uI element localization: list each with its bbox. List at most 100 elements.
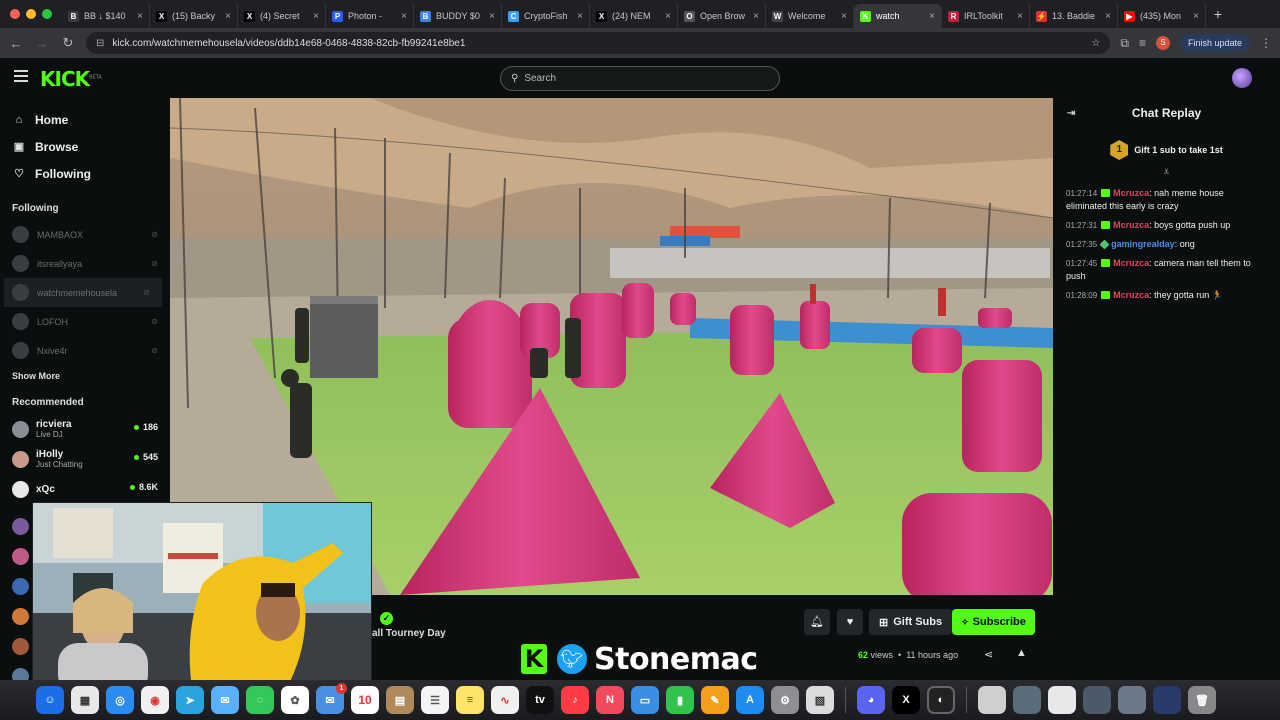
discord-icon[interactable]: ◕ (857, 686, 885, 714)
recent-file-icon[interactable] (978, 686, 1006, 714)
channel-avatar[interactable] (12, 578, 29, 595)
tab-close-icon[interactable]: × (577, 11, 583, 22)
news-icon[interactable]: N (596, 686, 624, 714)
search-input[interactable] (524, 73, 745, 84)
tab-close-icon[interactable]: × (137, 11, 143, 22)
profile-avatar[interactable]: S (1155, 36, 1170, 50)
app-store-icon[interactable]: A (736, 686, 764, 714)
browser-tab[interactable]: B BB ↓ $140 × (62, 4, 150, 28)
recent-file-icon[interactable] (1083, 686, 1111, 714)
recommended-channel[interactable]: ricviera Live DJ 186 (0, 414, 170, 444)
channel-avatar[interactable] (12, 518, 29, 535)
tab-close-icon[interactable]: × (225, 11, 231, 22)
collapse-chat-icon[interactable]: ⇥ (1067, 108, 1075, 119)
browser-tab[interactable]: X (4) Secret × (238, 4, 326, 28)
browser-tab[interactable]: X (15) Backy × (150, 4, 238, 28)
browser-tab[interactable]: W Welcome × (766, 4, 854, 28)
browser-tab[interactable]: Kwatch × (854, 4, 942, 28)
finish-update-button[interactable]: Finish update (1179, 34, 1250, 52)
tab-close-icon[interactable]: × (1017, 11, 1023, 22)
obs-icon[interactable]: ◐ (927, 686, 955, 714)
apple-tv-icon[interactable]: tv (526, 686, 554, 714)
tab-close-icon[interactable]: × (841, 11, 847, 22)
recent-file-icon[interactable] (1118, 686, 1146, 714)
tab-close-icon[interactable]: × (489, 11, 495, 22)
mail-icon[interactable]: ✉ 1 (316, 683, 347, 714)
system-settings-icon[interactable]: ⚙ (771, 686, 799, 714)
following-channel[interactable]: MAMBAOX ⊘ (0, 220, 170, 249)
messages-icon[interactable]: ◌ (246, 686, 274, 714)
tab-close-icon[interactable]: × (1105, 11, 1111, 22)
back-arrow-icon[interactable]: ← (8, 36, 24, 51)
search-box[interactable]: ⚲ (500, 66, 780, 91)
address-bar[interactable]: ⊟ kick.com/watchmemehousela/videos/ddb14… (86, 32, 1111, 54)
channel-avatar[interactable] (12, 638, 29, 655)
new-tab-button[interactable]: + (1206, 6, 1230, 22)
keynote-icon[interactable]: ▭ (631, 686, 659, 714)
minimize-window-button[interactable] (26, 9, 36, 19)
freeform-icon[interactable]: ∿ (491, 686, 519, 714)
notification-bell-button[interactable]: 🔔︎ (804, 609, 830, 635)
extensions-puzzle-icon[interactable]: ⧉ (1120, 36, 1129, 51)
preview-icon[interactable]: ▧ (806, 686, 834, 714)
bookmark-star-icon[interactable]: ☆ (1091, 38, 1100, 49)
tab-close-icon[interactable]: × (665, 11, 671, 22)
message-username[interactable]: Mcruzca (1113, 220, 1149, 230)
browser-tab[interactable]: O Open Brow × (678, 4, 766, 28)
reminders-icon[interactable]: ☰ (421, 686, 449, 714)
photos-icon[interactable]: ✿ (281, 686, 309, 714)
chrome-icon[interactable]: ◉ (141, 686, 169, 714)
calendar-icon[interactable]: 10 (351, 686, 379, 714)
share-icon[interactable]: ⋖ (984, 648, 993, 661)
launchpad-icon[interactable]: ▦ (71, 686, 99, 714)
reload-icon[interactable]: ↻ (60, 35, 76, 51)
recent-file-icon[interactable] (1153, 686, 1181, 714)
show-more-button[interactable]: Show More (0, 371, 170, 381)
site-info-icon[interactable]: ⊟ (96, 38, 104, 49)
recommended-channel[interactable]: xQc 8.6K (0, 474, 170, 504)
browser-tab[interactable]: R IRLToolkit × (942, 4, 1030, 28)
browser-tab[interactable]: B BUDDY $0 × (414, 4, 502, 28)
tab-close-icon[interactable]: × (1193, 11, 1199, 22)
notes-brown-icon[interactable]: ▤ (386, 686, 414, 714)
message-username[interactable]: gamingrealday (1111, 239, 1175, 249)
browser-tab[interactable]: ⚡ 13. Baddie × (1030, 4, 1118, 28)
recent-file-icon[interactable] (1048, 686, 1076, 714)
browser-tab[interactable]: X (24) NEM × (590, 4, 678, 28)
follow-heart-button[interactable]: ♥ (837, 609, 863, 635)
sidebar-item-browse[interactable]: ▣ Browse (0, 133, 170, 160)
subscribe-button[interactable]: ✧ Subscribe (952, 609, 1035, 635)
media-control-icon[interactable]: ≡ (1139, 36, 1146, 50)
recommended-channel[interactable]: iHolly Just Chatting 545 (0, 444, 170, 474)
music-icon[interactable]: ♪ (561, 686, 589, 714)
report-warning-icon[interactable]: ▲ (1016, 647, 1027, 659)
user-avatar[interactable] (1232, 68, 1252, 88)
pages-icon[interactable]: ✎ (701, 686, 729, 714)
notes-icon[interactable]: ≡ (456, 686, 484, 714)
kick-logo[interactable]: KICKBETA (40, 67, 102, 91)
browser-tab[interactable]: P Photon - × (326, 4, 414, 28)
trash-icon[interactable]: 🗑︎ (1188, 686, 1216, 714)
gift-leaderboard-banner[interactable]: 1 Gift 1 sub to take 1st (1053, 135, 1280, 165)
message-username[interactable]: Mcruzca (1113, 188, 1149, 198)
tab-close-icon[interactable]: × (313, 11, 319, 22)
safari-icon[interactable]: ◎ (106, 686, 134, 714)
finder-icon[interactable]: ☺ (36, 686, 64, 714)
pinned-expand-icon[interactable]: ⩡ (1053, 167, 1280, 178)
message-username[interactable]: Mcruzca (1113, 258, 1149, 268)
menu-hamburger-icon[interactable] (14, 70, 28, 82)
following-channel[interactable]: Nxive4r ⊘ (0, 336, 170, 365)
message-username[interactable]: Mcruzca (1113, 290, 1149, 300)
browser-menu-icon[interactable]: ⋮ (1260, 36, 1272, 50)
following-channel[interactable]: itsreallyaya ⊘ (0, 249, 170, 278)
sidebar-item-home[interactable]: ⌂ Home (0, 106, 170, 133)
tab-close-icon[interactable]: × (401, 11, 407, 22)
tab-close-icon[interactable]: × (929, 11, 935, 22)
channel-avatar[interactable] (12, 548, 29, 565)
tab-close-icon[interactable]: × (753, 11, 759, 22)
app-store-alt-icon[interactable]: ✉ (211, 686, 239, 714)
channel-avatar[interactable] (12, 608, 29, 625)
close-window-button[interactable] (10, 9, 20, 19)
browser-tab[interactable]: ▶ (435) Mon × (1118, 4, 1206, 28)
following-channel[interactable]: watchmemehousela ⊘ (4, 278, 162, 307)
